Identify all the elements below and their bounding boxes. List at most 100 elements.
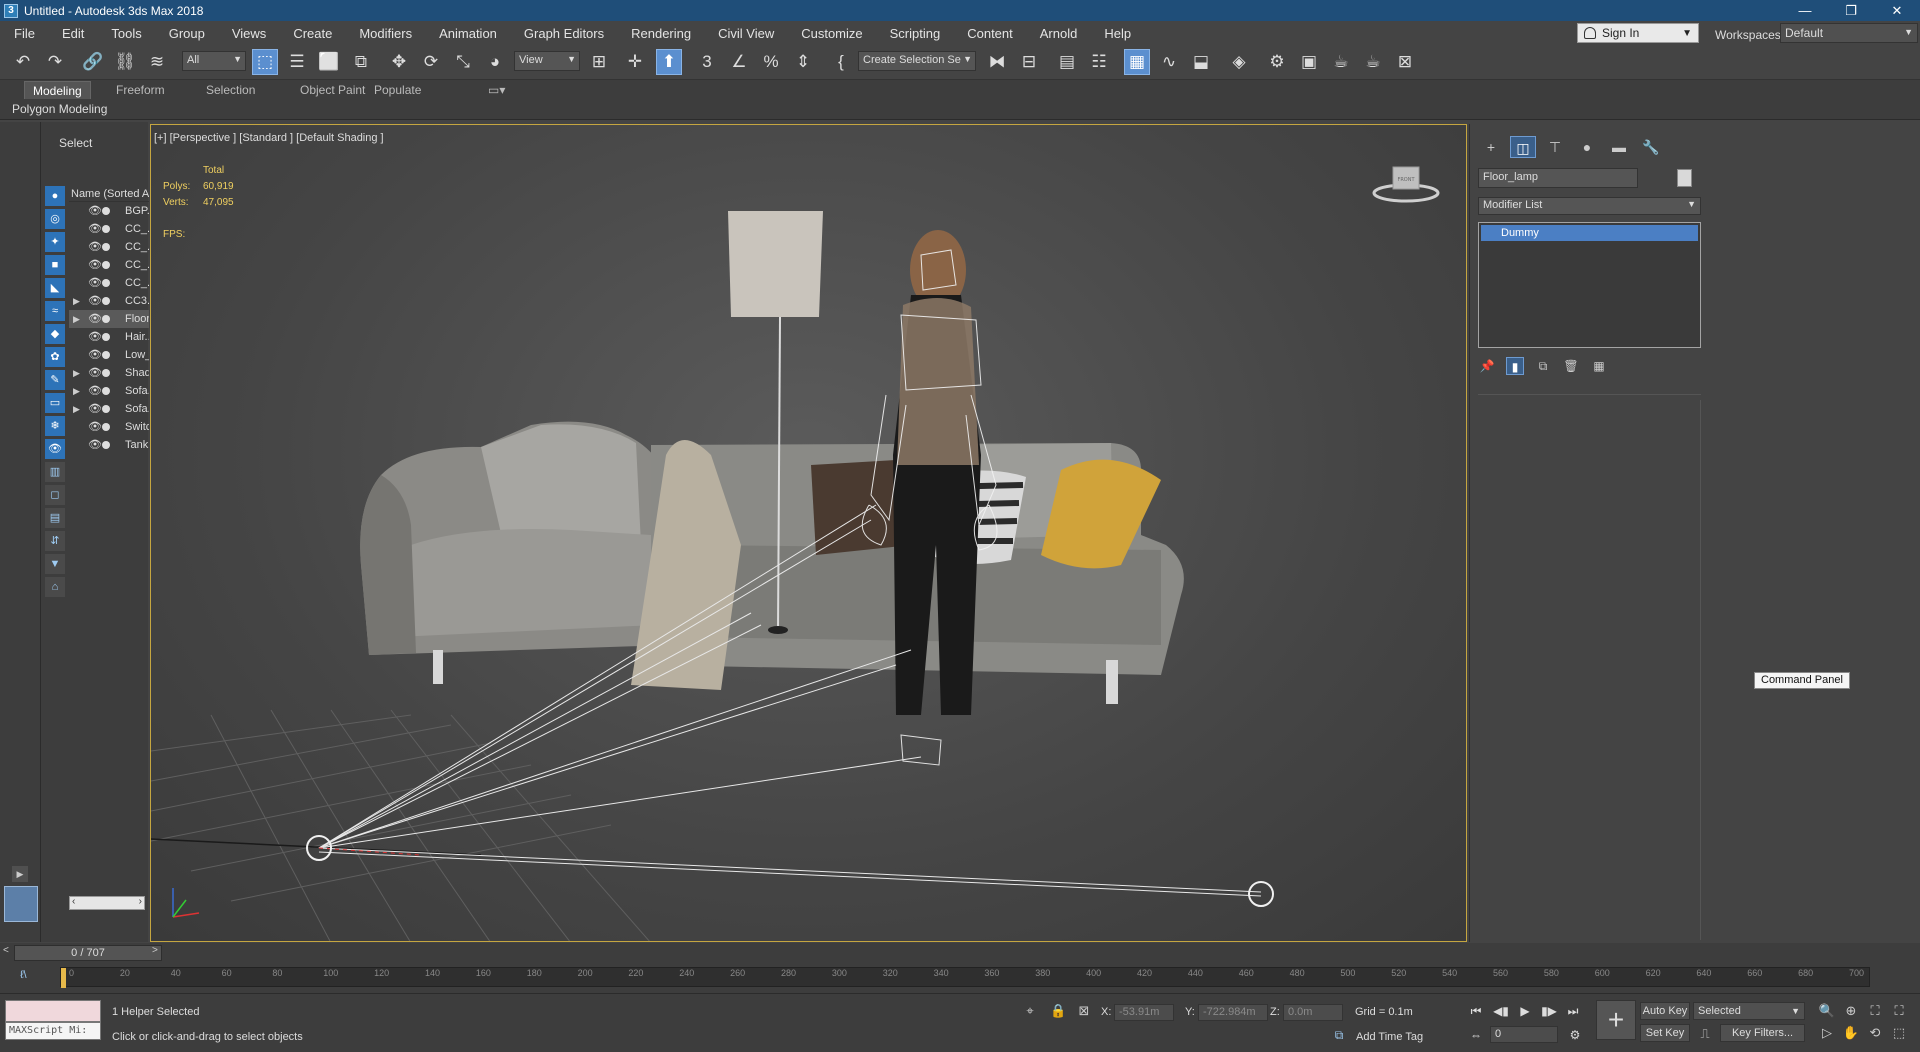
menu-content[interactable]: Content [953,26,1026,41]
visibility-eye-icon[interactable]: 👁 [88,328,102,346]
display-hidden-icon[interactable]: 👁 [45,439,65,459]
track-bar[interactable]: ℓ\ 0 20 40 60 80 100 120 140 160 180 200 220 240 260 2… [0,963,1920,993]
viewport-label-menu[interactable]: [+] [Perspective ] [Standard ] [Default … [154,132,384,144]
bind-space-warp-icon[interactable]: ≋ [144,49,170,75]
next-frame-button-icon[interactable]: ▮▶ [1538,1002,1560,1020]
select-by-name-icon[interactable]: ☰ [284,49,310,75]
visibility-eye-icon[interactable]: 👁 [88,382,102,400]
scroll-left-icon[interactable]: ‹ [72,896,75,907]
renderable-toggle-icon[interactable] [102,207,110,215]
visibility-eye-icon[interactable]: 👁 [88,400,102,418]
ribbon-tab-populate[interactable]: Populate [366,81,429,99]
reference-coordinate-dropdown[interactable]: View ▼ [514,51,580,71]
menu-tools[interactable]: Tools [97,26,154,41]
display-frozen-icon[interactable]: ❄ [45,416,65,436]
renderable-toggle-icon[interactable] [102,405,110,413]
display-containers-icon[interactable]: ▭ [45,393,65,413]
previous-frame-button-icon[interactable]: ◀▮ [1490,1002,1512,1020]
spinner-snap-icon[interactable]: ⇕ [790,49,816,75]
display-cameras-icon[interactable]: ■ [45,255,65,275]
configure-modifier-sets-icon[interactable]: ▦ [1590,357,1608,375]
redo-icon[interactable]: ↷ [42,49,68,75]
track-bar-timeline[interactable]: 0 20 40 60 80 100 120 140 160 180 200 220 240 260 280 3… [60,967,1870,988]
next-frame-icon[interactable]: > [152,945,158,956]
visibility-eye-icon[interactable]: 👁 [88,274,102,292]
list-item[interactable]: ▶ 👁 Sofa... [69,400,149,418]
list-item[interactable]: ▶ 👁 Shad... [69,364,149,382]
remove-modifier-icon[interactable]: 🗑 [1562,357,1580,375]
list-item[interactable]: 👁 Tank... [69,436,149,454]
hierarchy-tab-icon[interactable]: ⊤ [1542,136,1568,158]
renderable-toggle-icon[interactable] [102,441,110,449]
go-to-start-icon[interactable]: ⏮ [1465,1002,1487,1020]
visibility-eye-icon[interactable]: 👁 [88,310,102,328]
display-lights-icon[interactable]: ✦ [45,232,65,252]
rotate-icon[interactable]: ⟳ [418,49,444,75]
previous-frame-icon[interactable]: < [3,945,9,956]
display-geometry-icon[interactable]: ● [45,186,65,206]
expand-arrow-icon[interactable]: ▶ [73,310,80,328]
current-frame-field[interactable]: 0 [1490,1026,1558,1043]
rendered-frame-window-icon[interactable]: ▣ [1296,49,1322,75]
visibility-eye-icon[interactable]: 👁 [88,436,102,454]
viewcube-icon[interactable]: FRONT [1371,163,1441,203]
rectangular-selection-icon[interactable]: ⬜ [316,49,342,75]
field-of-view-icon[interactable]: ▷ [1818,1024,1836,1042]
display-bones-icon[interactable]: ✎ [45,370,65,390]
visibility-eye-icon[interactable]: 👁 [88,292,102,310]
expand-arrow-icon[interactable]: ▶ [73,292,80,310]
renderable-toggle-icon[interactable] [102,279,110,287]
snaps-toggle-icon[interactable]: 3 [694,49,720,75]
menu-views[interactable]: Views [218,26,279,41]
arnold-render-icon[interactable]: ⊠ [1392,49,1418,75]
renderable-toggle-icon[interactable] [102,261,110,269]
layer-explorer-icon[interactable]: ☷ [1086,49,1112,75]
move-icon[interactable]: ✥ [386,49,412,75]
maxscript-mini-listener[interactable]: MAXScript Mi: [5,1022,101,1040]
render-production-icon[interactable]: ☕ [1328,49,1354,75]
utilities-tab-icon[interactable]: 🔧 [1638,136,1664,158]
make-unique-icon[interactable]: ⧉ [1534,357,1552,375]
scene-explorer-icon[interactable]: ▤ [1054,49,1080,75]
list-item[interactable]: 👁 Switch... [69,418,149,436]
display-groups-icon[interactable]: ◆ [45,324,65,344]
viewport-layout-icon[interactable] [4,886,38,922]
maxscript-listener-output[interactable] [5,1000,101,1022]
menu-modifiers[interactable]: Modifiers [345,26,425,41]
perspective-viewport[interactable]: [+] [Perspective ] [Standard ] [Default … [150,124,1467,942]
display-none-icon[interactable]: ◻ [45,485,65,505]
unlink-icon[interactable]: ⛓ [112,49,138,75]
list-item[interactable]: 👁 Low_... [69,346,149,364]
expand-arrow-icon[interactable]: ▶ [73,400,80,418]
play-icon[interactable]: ▶ [1514,1002,1536,1020]
render-iterative-icon[interactable]: ☕ [1360,49,1386,75]
material-editor-icon[interactable]: ◈ [1226,49,1252,75]
default-in-out-tangents-icon[interactable]: ⎍ [1697,1026,1713,1042]
keyboard-shortcut-override-icon[interactable]: ⬆ [656,49,682,75]
list-item[interactable]: 👁 Hair... [69,328,149,346]
zoom-all-icon[interactable]: ⊕ [1842,1002,1860,1020]
selection-filter-dropdown[interactable]: All ▼ [182,51,246,71]
visibility-eye-icon[interactable]: 👁 [88,256,102,274]
menu-customize[interactable]: Customize [787,26,875,41]
display-tab-icon[interactable]: ▬ [1606,136,1632,158]
isolate-selection-icon[interactable]: ⌖ [1022,1003,1038,1019]
y-coordinate-field[interactable]: -722.984m [1198,1004,1268,1021]
add-time-tag-button[interactable]: Add Time Tag [1356,1031,1423,1043]
menu-graph-editors[interactable]: Graph Editors [510,26,617,41]
ribbon-tab-selection[interactable]: Selection [198,81,263,99]
placement-icon[interactable]: ◕ [482,49,508,75]
pan-view-icon[interactable]: ✋ [1842,1024,1860,1042]
modifier-list-dropdown[interactable]: Modifier List ▼ [1478,197,1701,215]
link-icon[interactable]: 🔗 [80,49,106,75]
ribbon-options-icon[interactable]: ▭▾ [480,81,513,99]
expand-arrow-icon[interactable]: ▶ [12,866,28,882]
sort-icon[interactable]: ⇵ [45,531,65,551]
toggle-ribbon-icon[interactable]: ▦ [1124,49,1150,75]
expand-arrow-icon[interactable]: ▶ [73,364,80,382]
renderable-toggle-icon[interactable] [102,369,110,377]
list-item[interactable]: 👁 CC_... [69,256,149,274]
time-slider[interactable]: < 0 / 707 > [0,943,1920,963]
schematic-view-icon[interactable]: ⬓ [1188,49,1214,75]
list-item[interactable]: 👁 CC_... [69,238,149,256]
